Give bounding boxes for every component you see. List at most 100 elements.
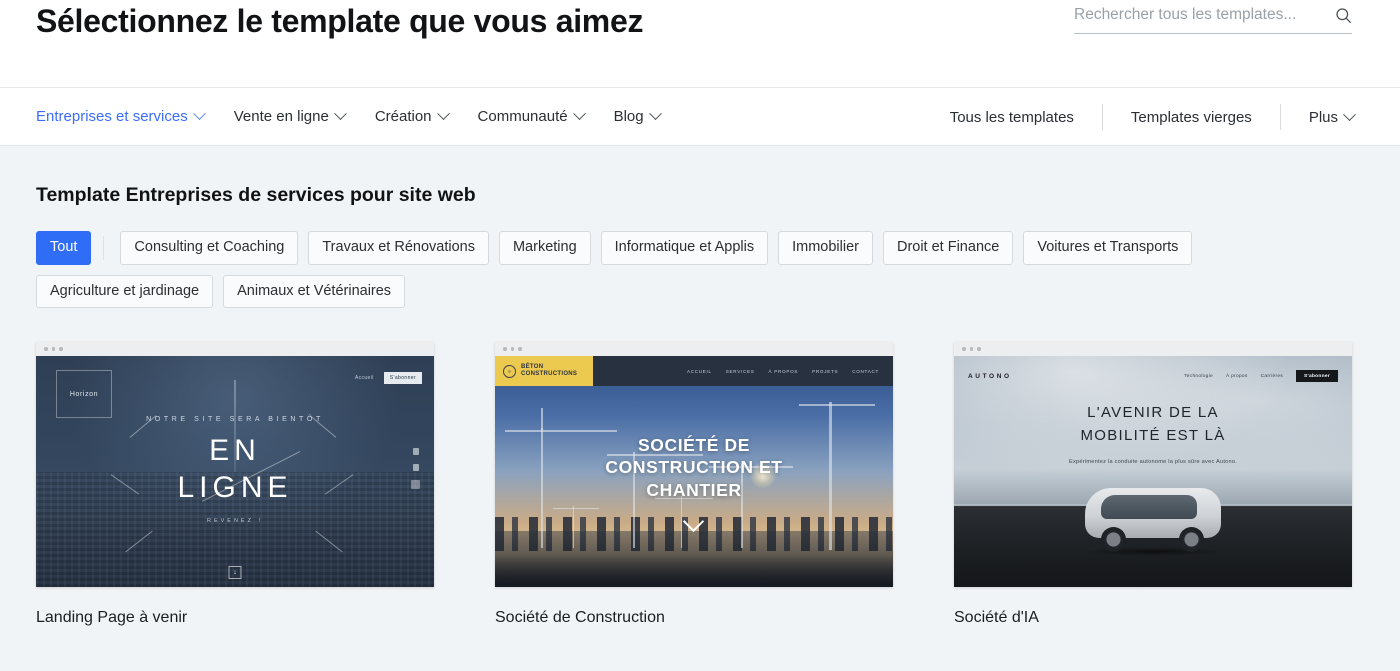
nav-right-group: Tous les templates Templates vierges Plu… (950, 88, 1356, 146)
car-window (1101, 495, 1197, 519)
browser-dot (51, 347, 56, 351)
preview-logo-line2: CONSTRUCTIONS (521, 371, 578, 377)
nav-item-entreprises-et-services[interactable]: Entreprises et services (36, 107, 206, 125)
nav-item-communaute[interactable]: Communauté (477, 107, 586, 125)
nav-item-label: Tous les templates (949, 108, 1074, 126)
preview-headline-line2: LIGNE (177, 470, 293, 504)
template-thumbnail[interactable]: Horizon Accueil S'abonner NOTRE SITE SER… (36, 342, 434, 587)
preview-car-illustration (1079, 484, 1227, 558)
nav-item-vente-en-ligne[interactable]: Vente en ligne (233, 107, 347, 125)
preview-logo: BÉTON CONSTRUCTIONS (495, 356, 593, 386)
preview-hero: L'AVENIR DE LA MOBILITÉ EST LÀ (954, 402, 1352, 447)
preview-subtext: REVENEZ ! (206, 518, 264, 525)
chevron-down-icon (333, 107, 347, 121)
chevron-down-icon (192, 107, 206, 121)
nav-item-creation[interactable]: Création (374, 107, 450, 125)
preview-nav-link: Carrières (1260, 373, 1284, 379)
preview-headline-line1: EN (209, 434, 261, 467)
filter-chip-animaux-et-veterinaires[interactable]: Animaux et Vétérinaires (223, 274, 406, 308)
chevron-down-icon (648, 107, 662, 121)
search-box[interactable] (1074, 6, 1352, 34)
preview-nav: Technologie À propos Carrières S'abonner (1184, 370, 1338, 382)
preview-headline-line1: L'AVENIR DE LA (1087, 404, 1219, 421)
nav-item-label: Blog (613, 108, 644, 125)
filter-chip-immobilier[interactable]: Immobilier (778, 231, 873, 265)
car-wheel (1179, 527, 1204, 552)
filter-chip-consulting-et-coaching[interactable]: Consulting et Coaching (120, 231, 299, 265)
nav-item-label: Entreprises et services (36, 108, 188, 125)
car-wheel (1101, 527, 1126, 552)
nav-divider (1279, 104, 1281, 130)
browser-dot (503, 347, 507, 351)
nav-item-label: Création (374, 108, 432, 125)
template-thumbnail[interactable]: AUTONO Technologie À propos Carrières S'… (954, 342, 1352, 587)
nav-left-group: Entreprises et services Vente en ligne C… (0, 107, 662, 125)
preview-logo-text: Horizon (69, 390, 99, 398)
nav-item-blog[interactable]: Blog (613, 107, 662, 125)
preview-social-icons (411, 448, 420, 489)
facebook-icon (412, 448, 419, 455)
browser-dot (518, 347, 522, 351)
browser-chrome-bar (495, 342, 893, 356)
preview-subscribe-button: S'abonner (1296, 370, 1338, 382)
template-thumbnail[interactable]: BÉTON CONSTRUCTIONS ACCUEIL SERVICES À P… (495, 342, 893, 587)
page-header: Sélectionnez le template que vous aimez (0, 0, 1400, 88)
nav-item-label: Communauté (477, 108, 568, 125)
preview-nav-link: À PROPOS (768, 368, 799, 374)
preview-subtext: Expérimentez la conduite autonome la plu… (1068, 459, 1238, 465)
filter-chip-agriculture-et-jardinage[interactable]: Agriculture et jardinage (36, 274, 214, 308)
template-card-societe-de-construction[interactable]: BÉTON CONSTRUCTIONS ACCUEIL SERVICES À P… (495, 342, 893, 627)
nav-item-label: Templates vierges (1130, 108, 1252, 126)
template-card-title: Société d'IA (954, 609, 1039, 626)
preview-nav-link: Technologie (1184, 373, 1213, 379)
search-input[interactable] (1074, 6, 1314, 24)
template-card-societe-dia[interactable]: AUTONO Technologie À propos Carrières S'… (954, 342, 1352, 627)
preview-headline-line2: CONSTRUCTION ET (605, 457, 783, 478)
preview-topbar: BÉTON CONSTRUCTIONS ACCUEIL SERVICES À P… (495, 356, 893, 386)
chevron-down-icon (436, 107, 450, 121)
nav-item-plus[interactable]: Plus (1309, 107, 1356, 126)
main-content: Template Entreprises de services pour si… (0, 146, 1400, 627)
main-navigation: Entreprises et services Vente en ligne C… (0, 88, 1400, 146)
filter-chips-row-2: Agriculture et jardinage Animaux et Vété… (36, 274, 1196, 308)
preview-hero: SOCIÉTÉ DE CONSTRUCTION ET CHANTIER (495, 434, 893, 501)
template-preview-beton: BÉTON CONSTRUCTIONS ACCUEIL SERVICES À P… (495, 356, 893, 587)
preview-nav-link: PROJETS (812, 368, 839, 374)
filter-divider (103, 235, 105, 260)
section-title: Template Entreprises de services pour si… (36, 184, 476, 206)
nav-item-templates-vierges[interactable]: Templates vierges (1131, 109, 1252, 126)
filter-chip-tout[interactable]: Tout (36, 231, 92, 265)
page-title: Sélectionnez le template que vous aimez (36, 3, 644, 39)
chevron-down-icon (1343, 107, 1356, 121)
filter-chip-marketing[interactable]: Marketing (498, 231, 591, 265)
nav-item-label: Vente en ligne (233, 108, 329, 125)
preview-hero: NOTRE SITE SERA BIENTÔT EN LIGNE REVENEZ… (36, 416, 434, 524)
twitter-icon (412, 464, 419, 471)
preview-logo-text: AUTONO (968, 372, 1012, 380)
preview-nav-link: ACCUEIL (686, 368, 712, 374)
template-card-landing-page-a-venir[interactable]: Horizon Accueil S'abonner NOTRE SITE SER… (36, 342, 434, 627)
preview-subscribe-button: S'abonner (383, 372, 422, 384)
nav-item-tous-les-templates[interactable]: Tous les templates (950, 109, 1074, 126)
filter-chip-travaux-et-renovations[interactable]: Travaux et Rénovations (308, 231, 489, 265)
browser-dot (969, 347, 974, 351)
filter-chip-voitures-et-transports[interactable]: Voitures et Transports (1023, 231, 1193, 265)
preview-nav-link: CONTACT (852, 368, 879, 374)
preview-kicker: NOTRE SITE SERA BIENTÔT (146, 416, 324, 423)
search-icon[interactable] (1335, 7, 1352, 24)
preview-headline-line3: CHANTIER (646, 479, 742, 500)
preview-nav-link: À propos (1225, 373, 1248, 379)
chevron-down-icon (572, 107, 586, 121)
preview-nav-link: Accueil (354, 375, 374, 381)
download-icon: ↓ (228, 566, 242, 579)
nav-divider (1101, 104, 1103, 130)
preview-ground (495, 531, 893, 587)
browser-dot (510, 347, 515, 351)
filter-chip-informatique-et-applis[interactable]: Informatique et Applis (600, 231, 769, 265)
browser-dot (977, 347, 981, 351)
template-card-title: Landing Page à venir (36, 609, 188, 626)
template-preview-autono: AUTONO Technologie À propos Carrières S'… (954, 356, 1352, 587)
filter-chip-droit-et-finance[interactable]: Droit et Finance (882, 231, 1014, 265)
browser-chrome-bar (954, 342, 1352, 356)
preview-logo: Horizon (56, 370, 112, 418)
